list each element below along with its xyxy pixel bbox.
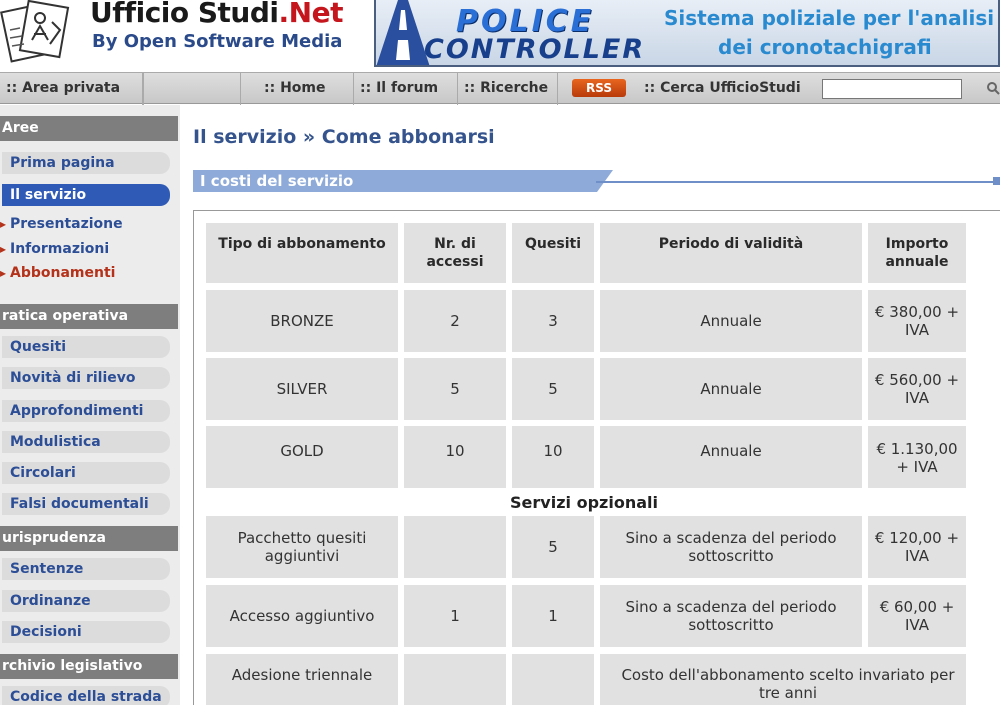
banner-text-line1: Sistema poliziale per l'analisi: [664, 6, 995, 30]
nav-ricerche[interactable]: :: Ricerche: [458, 73, 558, 105]
sidebar-section-archivio-legislativo: rchivio legislativo: [0, 654, 178, 679]
table-cell: Costo dell'abbonamento scelto invariato …: [600, 654, 966, 705]
breadcrumb: Il servizio » Come abbonarsi: [193, 126, 495, 148]
site-title-main: Ufficio Studi: [90, 0, 279, 29]
table-header-importo: Importo annuale: [868, 223, 966, 283]
table-cell: 5: [512, 516, 594, 578]
table-header-tipo: Tipo di abbonamento: [206, 223, 398, 283]
table-cell: Annuale: [600, 290, 862, 352]
sidebar-item-codice-della-strada[interactable]: Codice della strada: [2, 686, 170, 705]
table-cell: Pacchetto quesiti aggiuntivi: [206, 516, 398, 578]
table-cell: € 560,00 + IVA: [868, 358, 966, 420]
sidebar-item-quesiti[interactable]: Quesiti: [2, 336, 170, 358]
section-title: I costi del servizio: [200, 172, 354, 190]
table-cell: Adesione triennale: [206, 654, 398, 705]
table-cell: € 1.130,00 + IVA: [868, 426, 966, 488]
section-divider: [596, 181, 1000, 183]
search-label: :: Cerca UfficioStudi: [644, 80, 801, 96]
nav-home[interactable]: :: Home: [258, 73, 354, 105]
table-cell: GOLD: [206, 426, 398, 488]
banner-logo-controller: CONTROLLER: [424, 34, 646, 65]
table-cell: [512, 654, 594, 705]
table-cell: 2: [404, 290, 506, 352]
table-cell: Accesso aggiuntivo: [206, 585, 398, 647]
nav-spacer: [143, 73, 241, 105]
site-header: Ufficio Studi.Net By Open Software Media…: [0, 0, 1000, 72]
table-cell: Sino a scadenza del periodo sottoscritto: [600, 585, 862, 647]
sidebar-item-modulistica[interactable]: Modulistica: [2, 431, 170, 453]
search-icon[interactable]: [986, 81, 1000, 95]
table-cell: 10: [404, 426, 506, 488]
sidebar-section-pratica-operativa: ratica operativa: [0, 304, 178, 329]
road-icon: [376, 0, 430, 65]
sidebar-item-novita[interactable]: Novità di rilievo: [2, 367, 170, 389]
optional-services-title: Servizi opzionali: [510, 493, 658, 512]
sidebar-sub-informazioni[interactable]: Informazioni: [0, 238, 170, 260]
sidebar-sub-abbonamenti[interactable]: Abbonamenti: [0, 262, 170, 284]
police-controller-banner[interactable]: POLICE CONTROLLER Sistema poliziale per …: [374, 0, 1000, 67]
section-divider-end: [993, 177, 1000, 185]
table-cell: Annuale: [600, 358, 862, 420]
table-cell: 5: [512, 358, 594, 420]
table-cell: 1: [512, 585, 594, 647]
nav-forum[interactable]: :: Il forum: [354, 73, 458, 105]
sidebar-item-sentenze[interactable]: Sentenze: [2, 558, 170, 580]
sidebar-item-falsi-documentali[interactable]: Falsi documentali: [2, 493, 170, 515]
sidebar-section-aree: Aree: [0, 116, 178, 141]
table-cell: 10: [512, 426, 594, 488]
sidebar-item-approfondimenti[interactable]: Approfondimenti: [2, 400, 170, 422]
table-header-accessi: Nr. di accessi: [404, 223, 506, 283]
site-title[interactable]: Ufficio Studi.Net: [90, 0, 343, 29]
sidebar-item-ordinanze[interactable]: Ordinanze: [2, 590, 170, 612]
table-header-periodo: Periodo di validità: [600, 223, 862, 283]
table-cell: € 60,00 + IVA: [868, 585, 966, 647]
top-nav: :: Area privata :: Home :: Il forum :: R…: [0, 72, 1000, 105]
sidebar-sub-presentazione[interactable]: Presentazione: [0, 213, 170, 235]
table-cell: 1: [404, 585, 506, 647]
table-cell: 3: [512, 290, 594, 352]
table-cell: Annuale: [600, 426, 862, 488]
site-title-net: .Net: [278, 0, 344, 29]
table-header-quesiti: Quesiti: [512, 223, 594, 283]
table-cell: 5: [404, 358, 506, 420]
table-cell: € 380,00 + IVA: [868, 290, 966, 352]
sidebar-item-il-servizio[interactable]: Il servizio: [2, 184, 170, 206]
table-cell: SILVER: [206, 358, 398, 420]
table-cell: [404, 516, 506, 578]
table-cell: BRONZE: [206, 290, 398, 352]
table-cell: Sino a scadenza del periodo sottoscritto: [600, 516, 862, 578]
banner-text-line2: dei cronotachigrafi: [718, 35, 932, 59]
site-subtitle: By Open Software Media: [92, 31, 343, 52]
documents-logo-icon[interactable]: [0, 0, 78, 64]
sidebar-item-prima-pagina[interactable]: Prima pagina: [2, 152, 170, 174]
sidebar-section-giurisprudenza: urisprudenza: [0, 526, 178, 551]
nav-area-privata[interactable]: :: Area privata: [0, 73, 143, 105]
rss-label: RSS: [586, 81, 612, 95]
sidebar-item-circolari[interactable]: Circolari: [2, 462, 170, 484]
rss-button[interactable]: RSS: [572, 79, 626, 97]
table-cell: € 120,00 + IVA: [868, 516, 966, 578]
sidebar-item-decisioni[interactable]: Decisioni: [2, 621, 170, 643]
table-cell: [404, 654, 506, 705]
search-input[interactable]: [822, 79, 962, 99]
